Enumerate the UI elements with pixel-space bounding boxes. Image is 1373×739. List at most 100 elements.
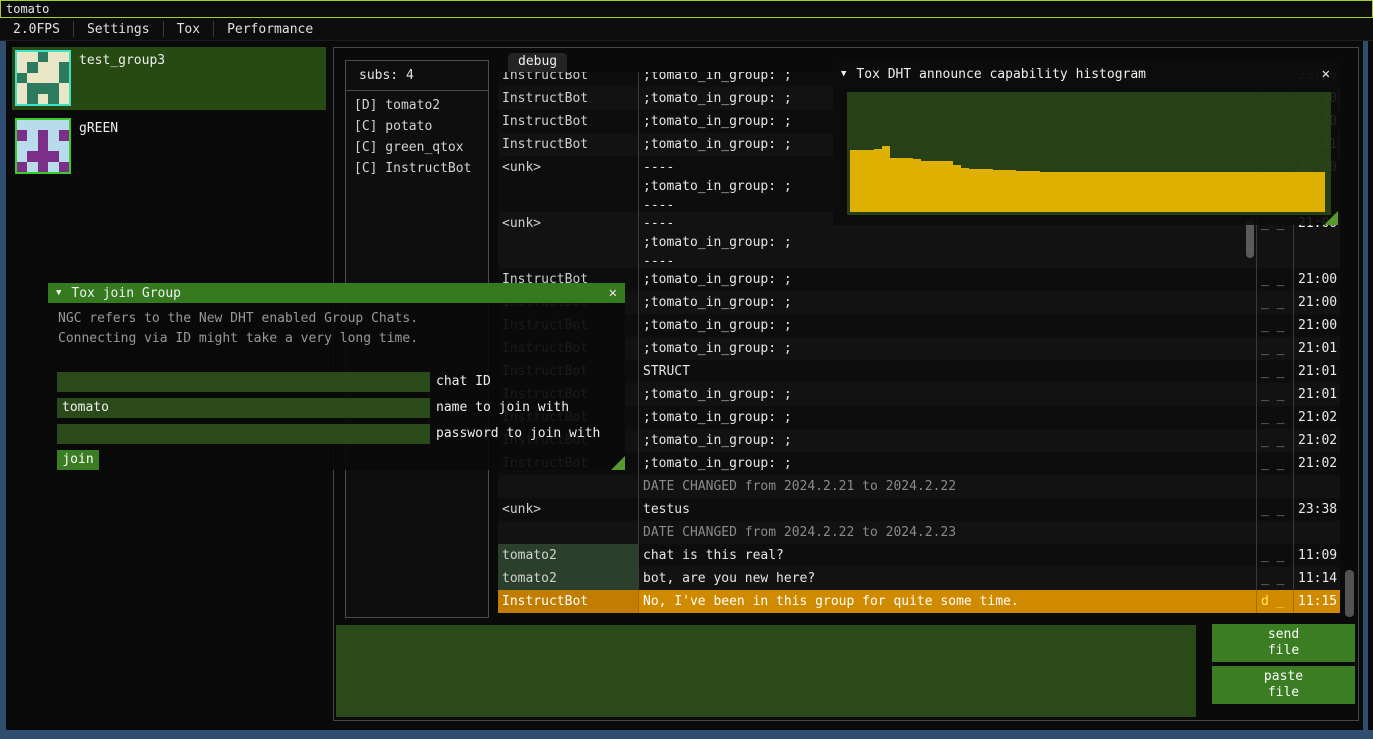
chat-row-flags: _ _ [1257,406,1294,429]
chat-row[interactable]: DATE CHANGED from 2024.2.22 to 2024.2.23 [498,521,1340,544]
histogram-bar [977,169,985,212]
histogram-bar [1088,172,1096,212]
join-password-field[interactable] [57,424,430,444]
paste-file-button[interactable]: paste file [1212,666,1355,704]
chat-row-flags: _ _ [1257,452,1294,475]
avatar-pixel [59,130,69,140]
collapse-icon[interactable]: ▼ [841,69,846,79]
histogram-bar [1040,172,1048,212]
join-name-field[interactable]: tomato [57,398,430,418]
avatar-pixel [38,141,48,151]
avatar-pixel [38,120,48,130]
window-title: tomato [6,2,49,16]
send-file-button[interactable]: send file [1212,624,1355,662]
histogram-bar [969,169,977,212]
histogram-bar [1096,172,1104,212]
histogram-bar [1270,172,1278,212]
avatar-pixel [48,94,58,104]
chat-scrollbar-thumb[interactable] [1345,570,1354,617]
menu-item-2-0fps[interactable]: 2.0FPS [0,20,73,39]
avatar-pixel [48,120,58,130]
avatar-pixel [48,83,58,93]
histogram-bar [1302,172,1310,212]
group-name-label: gREEN [79,121,118,136]
chat-row-author [498,475,639,498]
tab-debug[interactable]: debug [508,53,567,72]
join-button[interactable]: join [57,450,99,470]
chat-id-field[interactable] [57,372,430,392]
histogram-bar [1151,172,1159,212]
join-name-label: name to join with [436,398,569,418]
avatar-pixel [59,62,69,72]
avatar-pixel [17,62,27,72]
menu-item-settings[interactable]: Settings [74,20,163,39]
resize-grip-icon[interactable] [1324,211,1338,225]
menu-item-tox[interactable]: Tox [164,20,213,39]
avatar-pixel [59,83,69,93]
message-scrollbar-thumb[interactable] [1246,220,1254,258]
chat-row-message: STRUCT [639,360,1257,383]
avatar-pixel [48,52,58,62]
chat-row[interactable]: DATE CHANGED from 2024.2.21 to 2024.2.22 [498,475,1340,498]
histogram-bar [1111,172,1119,212]
message-input[interactable] [336,625,1196,717]
chat-row-author: InstructBot [498,133,639,156]
histogram-bar [1294,172,1302,212]
chat-row-timestamp: 21:02 [1294,406,1339,429]
chat-row-author: InstructBot [498,110,639,133]
os-titlebar[interactable]: tomato [0,0,1373,18]
chat-row-author: InstructBot [498,87,639,110]
chat-row-timestamp: 11:09 [1294,544,1339,567]
avatar-pixel [27,62,37,72]
chat-row[interactable]: InstructBotNo, I've been in this group f… [498,590,1340,613]
chat-row-flags [1257,521,1294,544]
close-icon[interactable]: ✕ [1322,66,1330,82]
histogram-bar [1048,172,1056,212]
avatar-pixel [27,130,37,140]
avatar-pixel [48,130,58,140]
avatar-pixel [27,151,37,161]
group-avatar [15,118,71,174]
histogram-bar [1309,172,1317,212]
histogram-bar [1262,172,1270,212]
resize-grip-icon[interactable] [611,456,625,470]
avatar-pixel [27,52,37,62]
histogram-bar [1191,172,1199,212]
collapse-icon[interactable]: ▼ [56,288,61,298]
histogram-bar [1214,172,1222,212]
chat-row-message: ;tomato_in_group: ; [639,291,1257,314]
avatar-pixel [38,62,48,72]
group-row-test_group3[interactable]: test_group3 [12,47,326,110]
histogram-bar [866,150,874,212]
chat-row-flags: _ _ [1257,567,1294,590]
chat-row[interactable]: tomato2chat is this real?_ _11:09 [498,544,1340,567]
chat-row-author: <unk> [498,498,639,521]
join-info-line: NGC refers to the New DHT enabled Group … [58,311,418,326]
histogram-bar [1143,172,1151,212]
chat-row[interactable]: tomato2bot, are you new here?_ _11:14 [498,567,1340,590]
chat-row-flags: d _ [1257,590,1294,613]
group-row-gREEN[interactable]: gREEN [12,115,326,178]
chat-row-flags: _ _ [1257,337,1294,360]
app-window: tomato 2.0FPSSettingsToxPerformance test… [0,0,1373,739]
chat-row-timestamp: 21:00 [1294,291,1339,314]
avatar-pixel [17,73,27,83]
menu-item-performance[interactable]: Performance [214,20,326,39]
histogram-bar [1246,172,1254,212]
chat-row-timestamp: 11:15 [1294,590,1339,613]
avatar-pixel [59,52,69,62]
avatar-pixel [48,62,58,72]
histogram-bar [1001,170,1009,212]
dht-histogram-titlebar[interactable]: ▼ Tox DHT announce capability histogram … [833,62,1338,86]
avatar-pixel [59,94,69,104]
histogram-bar [890,158,898,212]
avatar-pixel [17,130,27,140]
join-group-titlebar[interactable]: ▼ Tox join Group ✕ [48,283,625,303]
close-icon[interactable]: ✕ [609,285,617,301]
avatar-pixel [17,162,27,172]
chat-row-flags: _ _ [1257,383,1294,406]
chat-row-timestamp [1294,475,1339,498]
histogram-bar [1183,172,1191,212]
chat-row-message: ;tomato_in_group: ; [639,314,1257,337]
chat-row[interactable]: <unk>testus_ _23:38 [498,498,1340,521]
